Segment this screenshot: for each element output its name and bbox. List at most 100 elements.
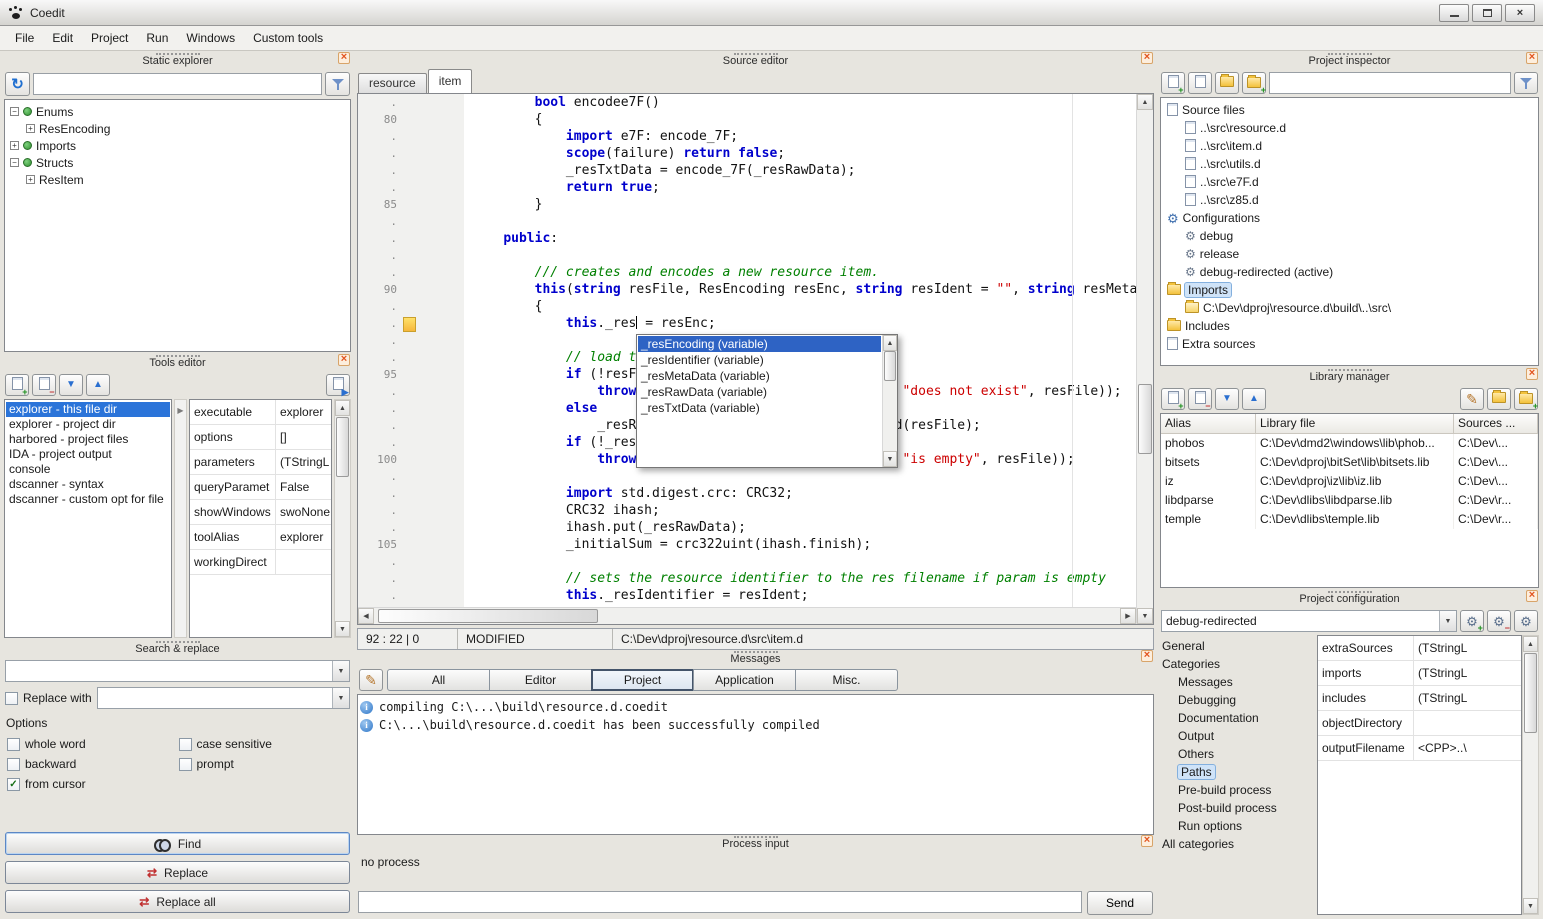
code-line[interactable]: . CRC32 ihash;: [358, 502, 1136, 519]
scroll-up-icon[interactable]: ▲: [1137, 94, 1153, 110]
close-panel-icon[interactable]: [338, 52, 350, 64]
maximize-button[interactable]: [1472, 4, 1502, 22]
library-cell[interactable]: C:\Dev\dmd2\windows\lib\phob...: [1256, 434, 1454, 453]
move-tool-up-button[interactable]: ▲: [86, 374, 110, 396]
property-value[interactable]: (TStringL: [276, 450, 331, 475]
remove-tool-button[interactable]: −: [32, 374, 56, 396]
code-line[interactable]: . /// creates and encodes a new resource…: [358, 264, 1136, 281]
editor-vertical-scrollbar[interactable]: ▲ ▼: [1136, 94, 1153, 624]
category-output[interactable]: Output: [1160, 727, 1312, 745]
tools-grid-scrollbar[interactable]: ▲ ▼: [334, 399, 351, 638]
code-line[interactable]: . {: [358, 298, 1136, 315]
scrollbar-track[interactable]: [1137, 110, 1153, 608]
expand-icon[interactable]: +: [10, 141, 19, 150]
replace-all-button[interactable]: ⇄ Replace all: [5, 890, 350, 913]
filter-button[interactable]: [325, 72, 350, 96]
property-value[interactable]: swoNone: [276, 500, 331, 525]
menu-item-edit[interactable]: Edit: [43, 27, 82, 49]
edit-library-button[interactable]: ✎: [1460, 388, 1484, 410]
filter-application[interactable]: Application: [693, 669, 796, 691]
library-cell[interactable]: iz: [1161, 472, 1256, 491]
tree-item-enums[interactable]: −Enums: [7, 103, 348, 120]
scrollbar-thumb[interactable]: [336, 417, 349, 477]
code-line[interactable]: .: [358, 247, 1136, 264]
code-line[interactable]: . this._res = resEnc;: [358, 315, 1136, 332]
library-cell[interactable]: C:\Dev\r...: [1454, 510, 1538, 529]
code-line[interactable]: . ihash.put(_resRawData);: [358, 519, 1136, 536]
checkbox-case-sensitive[interactable]: case sensitive: [179, 737, 351, 751]
scroll-right-icon[interactable]: ▶: [1120, 608, 1136, 624]
minimize-button[interactable]: [1439, 4, 1469, 22]
code-line[interactable]: 85 }: [358, 196, 1136, 213]
scrollbar-track[interactable]: [374, 608, 1120, 624]
checkbox-prompt[interactable]: prompt: [179, 757, 351, 771]
library-cell[interactable]: C:\Dev\dlibs\temple.lib: [1256, 510, 1454, 529]
scrollbar-track[interactable]: [335, 416, 350, 621]
close-panel-icon[interactable]: [1526, 52, 1538, 64]
replace-button[interactable]: ⇄ Replace: [5, 861, 350, 884]
menu-item-windows[interactable]: Windows: [177, 27, 244, 49]
code-line[interactable]: .: [358, 553, 1136, 570]
close-panel-icon[interactable]: [1141, 650, 1153, 662]
library-cell[interactable]: bitsets: [1161, 453, 1256, 472]
category-post-build-process[interactable]: Post-build process: [1160, 799, 1312, 817]
checkbox-backward[interactable]: backward: [7, 757, 179, 771]
code-line[interactable]: . this._resIdentifier = resIdent;: [358, 587, 1136, 604]
code-line[interactable]: . import e7F: encode_7F;: [358, 128, 1136, 145]
tab-resource[interactable]: resource: [358, 73, 427, 93]
scroll-down-icon[interactable]: ▼: [335, 621, 350, 637]
library-cell[interactable]: C:\Dev\...: [1454, 472, 1538, 491]
clear-messages-button[interactable]: ✎: [359, 669, 383, 691]
code-line[interactable]: . return true;: [358, 179, 1136, 196]
close-panel-icon[interactable]: [1141, 52, 1153, 64]
static-explorer-header[interactable]: Static explorer: [4, 52, 351, 69]
code-line[interactable]: 90 this(string resFile, ResEncoding resE…: [358, 281, 1136, 298]
inspector-item-release[interactable]: ⚙release: [1163, 245, 1536, 263]
add-library-button[interactable]: +: [1161, 388, 1185, 410]
filter-all[interactable]: All: [387, 669, 490, 691]
tool-item-harbored-project-files[interactable]: harbored - project files: [6, 432, 170, 447]
library-cell[interactable]: C:\Dev\dproj\bitSet\lib\bitsets.lib: [1256, 453, 1454, 472]
tab-item[interactable]: item: [428, 69, 473, 93]
source-editor-header[interactable]: Source editor: [357, 52, 1154, 69]
inspector-item-src-e7f-d[interactable]: ..\src\e7F.d: [1163, 173, 1536, 191]
remove-library-button[interactable]: −: [1188, 388, 1212, 410]
tree-item-resitem[interactable]: +ResItem: [7, 171, 348, 188]
close-panel-icon[interactable]: [338, 354, 350, 366]
library-cell[interactable]: phobos: [1161, 434, 1256, 453]
property-value[interactable]: explorer: [276, 400, 331, 425]
inspector-item-includes[interactable]: Includes: [1163, 317, 1536, 335]
move-library-up-button[interactable]: ▲: [1242, 388, 1266, 410]
add-source-button[interactable]: +: [1161, 72, 1185, 94]
inspector-filter-input[interactable]: [1269, 72, 1511, 94]
inspector-item-configurations[interactable]: ⚙Configurations: [1163, 209, 1536, 227]
code-line[interactable]: 80 {: [358, 111, 1136, 128]
remove-config-button[interactable]: ⚙−: [1487, 610, 1511, 632]
category-others[interactable]: Others: [1160, 745, 1312, 763]
column-header-alias[interactable]: Alias: [1161, 414, 1256, 434]
tool-item-console[interactable]: console: [6, 462, 170, 477]
scrollbar-thumb[interactable]: [378, 609, 598, 623]
editor-horizontal-scrollbar[interactable]: ◀ ▶: [358, 607, 1136, 624]
menu-item-custom-tools[interactable]: Custom tools: [244, 27, 332, 49]
category-all-categories[interactable]: All categories: [1160, 835, 1312, 853]
library-cell[interactable]: libdparse: [1161, 491, 1256, 510]
scroll-up-icon[interactable]: ▲: [1523, 636, 1538, 652]
code-line[interactable]: .: [358, 213, 1136, 230]
code-line[interactable]: .: [358, 468, 1136, 485]
message-row[interactable]: iC:\...\build\resource.d.coedit has been…: [360, 716, 1151, 734]
scroll-left-icon[interactable]: ◀: [358, 608, 374, 624]
close-panel-icon[interactable]: [1526, 368, 1538, 380]
inspector-item-src-z85-d[interactable]: ..\src\z85.d: [1163, 191, 1536, 209]
property-value[interactable]: [1414, 711, 1521, 736]
move-tool-down-button[interactable]: ▼: [59, 374, 83, 396]
property-value[interactable]: (TStringL: [1414, 636, 1521, 661]
library-cell[interactable]: C:\Dev\r...: [1454, 491, 1538, 510]
add-folder-sources-button[interactable]: +: [1242, 72, 1266, 94]
inspector-item-extra-sources[interactable]: Extra sources: [1163, 335, 1536, 353]
code-line[interactable]: . _resTxtData = encode_7F(_resRawData);: [358, 162, 1136, 179]
completion-item-resrawdata-variable[interactable]: _resRawData (variable): [638, 384, 881, 400]
property-value[interactable]: []: [276, 425, 331, 450]
configuration-select[interactable]: debug-redirected ▼: [1161, 610, 1457, 632]
project-configuration-header[interactable]: Project configuration: [1160, 590, 1539, 607]
